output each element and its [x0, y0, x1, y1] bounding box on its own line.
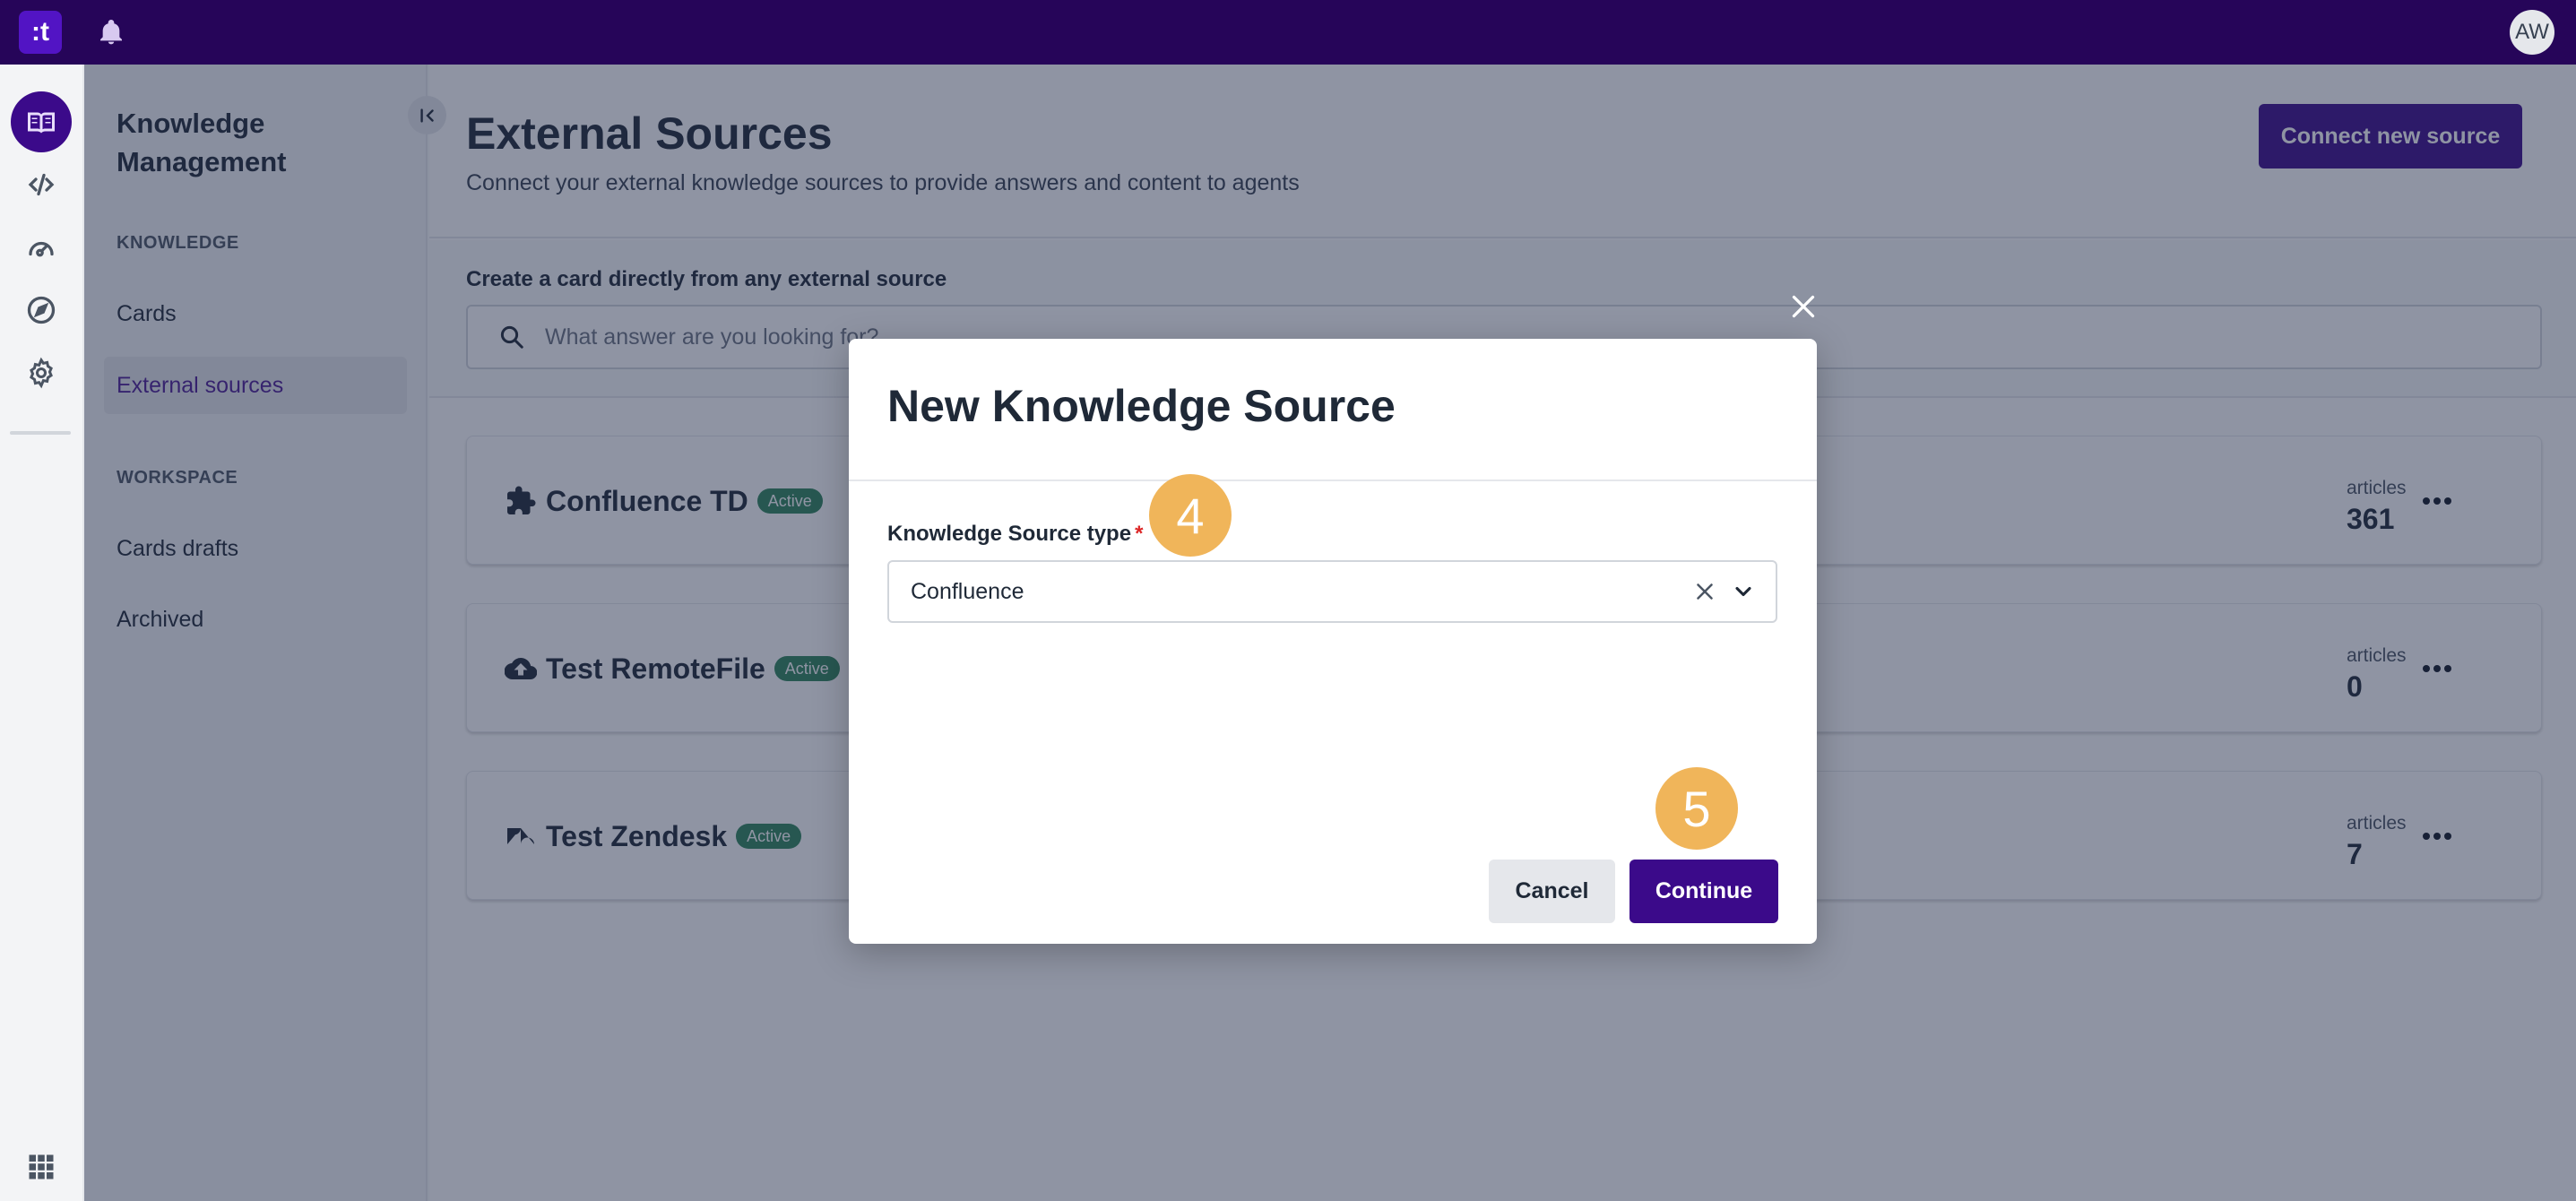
- gauge-icon: [29, 241, 54, 257]
- book-open-icon: [28, 112, 55, 134]
- icon-rail: [0, 65, 84, 1201]
- cancel-button[interactable]: Cancel: [1489, 860, 1615, 923]
- source-type-label: Knowledge Source type *: [887, 522, 1143, 547]
- top-bar: :t AW: [0, 0, 2576, 65]
- user-avatar[interactable]: AW: [2510, 10, 2554, 55]
- modal-header: New Knowledge Source: [849, 339, 1817, 481]
- rail-item-apps[interactable]: [11, 1147, 72, 1187]
- apps-grid-icon: [29, 1154, 54, 1179]
- rail-item-knowledge[interactable]: [11, 91, 72, 152]
- new-knowledge-source-modal: New Knowledge Source Knowledge Source ty…: [849, 339, 1817, 944]
- code-icon: [28, 173, 55, 196]
- step-badge-4: 4: [1149, 474, 1232, 557]
- modal-title: New Knowledge Source: [887, 381, 1396, 431]
- continue-button[interactable]: Continue: [1629, 860, 1778, 923]
- bell-icon[interactable]: [97, 18, 125, 47]
- app-logo[interactable]: :t: [19, 11, 62, 54]
- rail-item-analytics[interactable]: [11, 217, 72, 278]
- rail-item-developer[interactable]: [11, 154, 72, 215]
- rail-item-explore[interactable]: [11, 280, 72, 341]
- gear-icon: [30, 357, 53, 389]
- required-mark: *: [1135, 522, 1144, 546]
- source-type-label-text: Knowledge Source type: [887, 522, 1132, 546]
- rail-divider: [10, 431, 71, 435]
- chevron-down-icon[interactable]: [1731, 579, 1756, 604]
- clear-icon[interactable]: [1691, 578, 1718, 605]
- source-type-select[interactable]: Confluence: [887, 560, 1777, 623]
- close-icon[interactable]: [1787, 290, 1820, 323]
- step-badge-5: 5: [1655, 767, 1738, 850]
- rail-item-settings[interactable]: [11, 342, 72, 403]
- source-type-value: Confluence: [911, 578, 1024, 604]
- compass-icon: [27, 296, 56, 324]
